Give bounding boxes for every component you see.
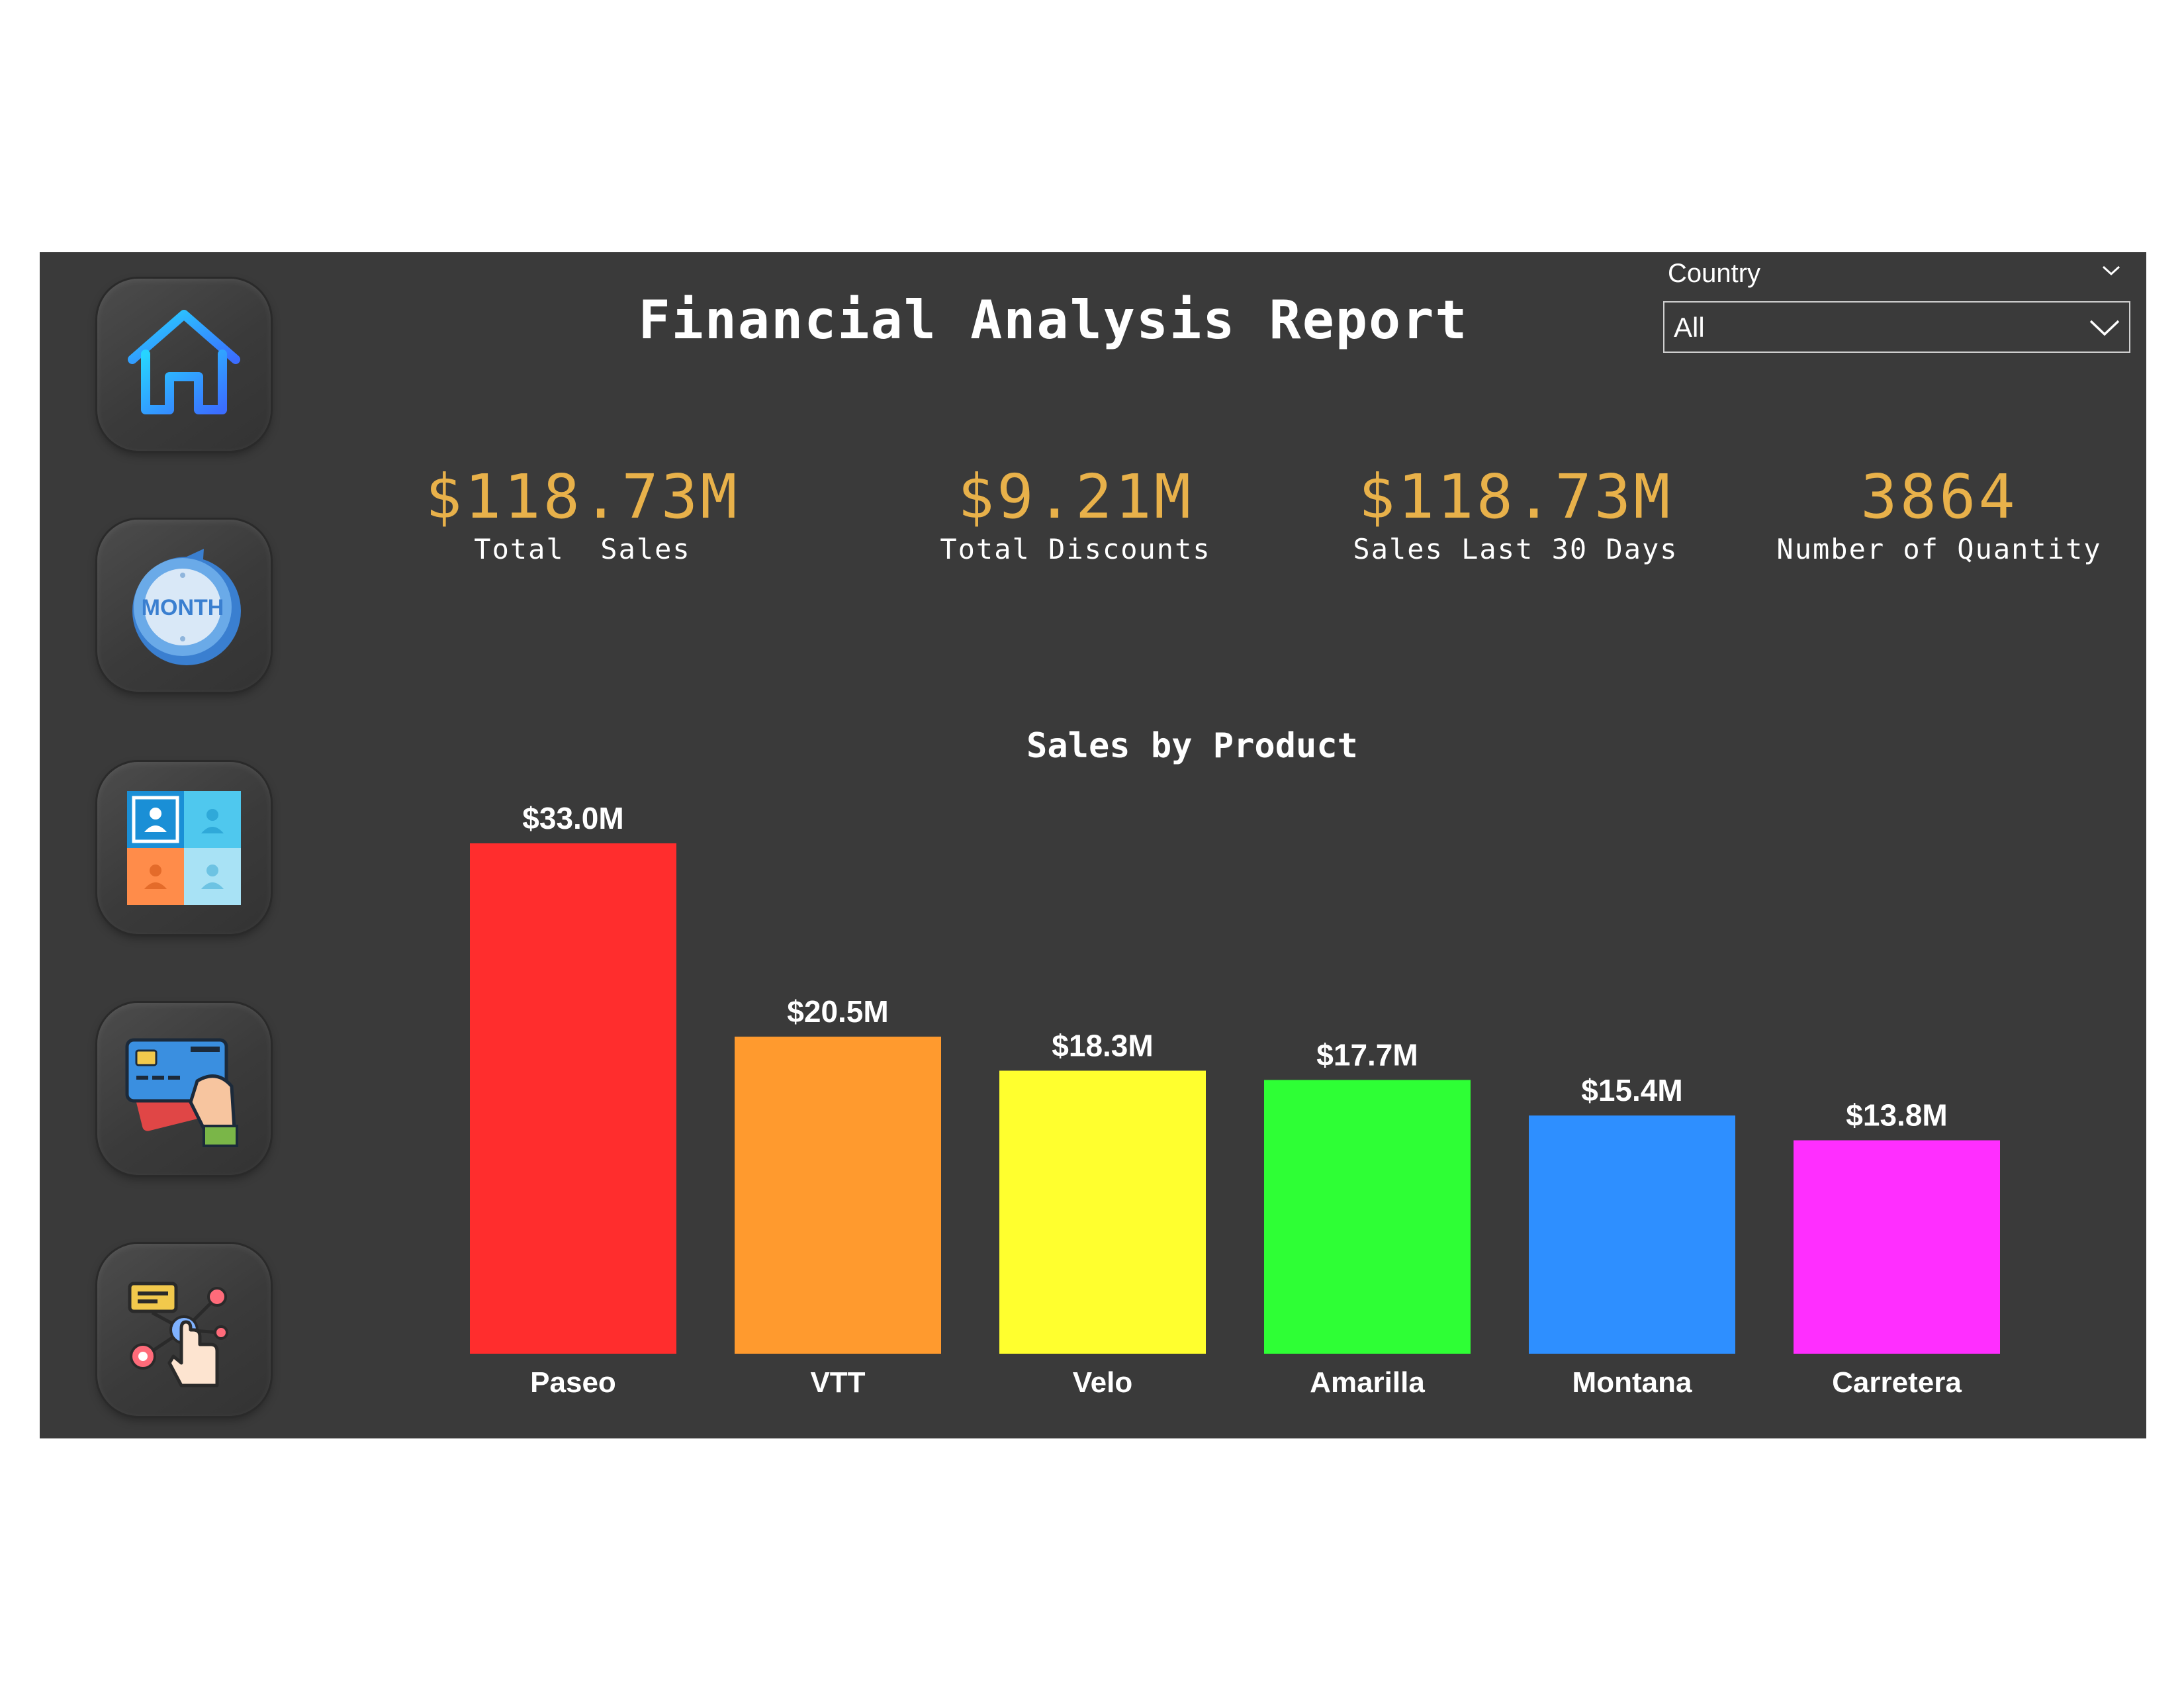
category-label: Montana (1572, 1366, 1692, 1399)
data-label: $20.5M (787, 994, 888, 1029)
data-label: $17.7M (1316, 1037, 1418, 1072)
bar-velo[interactable] (999, 1070, 1206, 1354)
category-label: VTT (810, 1366, 865, 1399)
category-label: Carretera (1832, 1366, 1962, 1399)
bar-montana[interactable] (1529, 1115, 1735, 1354)
data-label: $33.0M (522, 801, 623, 835)
dashboard-canvas: MONTH Financial Analysis Report Country … (40, 252, 2146, 1438)
category-label: Amarilla (1310, 1366, 1425, 1399)
data-label: $18.3M (1052, 1028, 1153, 1062)
bar-paseo[interactable] (470, 843, 676, 1354)
category-label: Velo (1073, 1366, 1133, 1399)
bar-vtt[interactable] (735, 1037, 941, 1354)
bar-amarilla[interactable] (1264, 1080, 1471, 1354)
category-label: Paseo (530, 1366, 616, 1399)
bar-carretera[interactable] (1794, 1140, 2000, 1354)
sales-by-product-chart: $33.0M Paseo $20.5M VTT $18.3M Velo $17.7M Amar… (470, 801, 2000, 1399)
data-label: $15.4M (1581, 1073, 1682, 1107)
data-label: $13.8M (1846, 1098, 1947, 1133)
